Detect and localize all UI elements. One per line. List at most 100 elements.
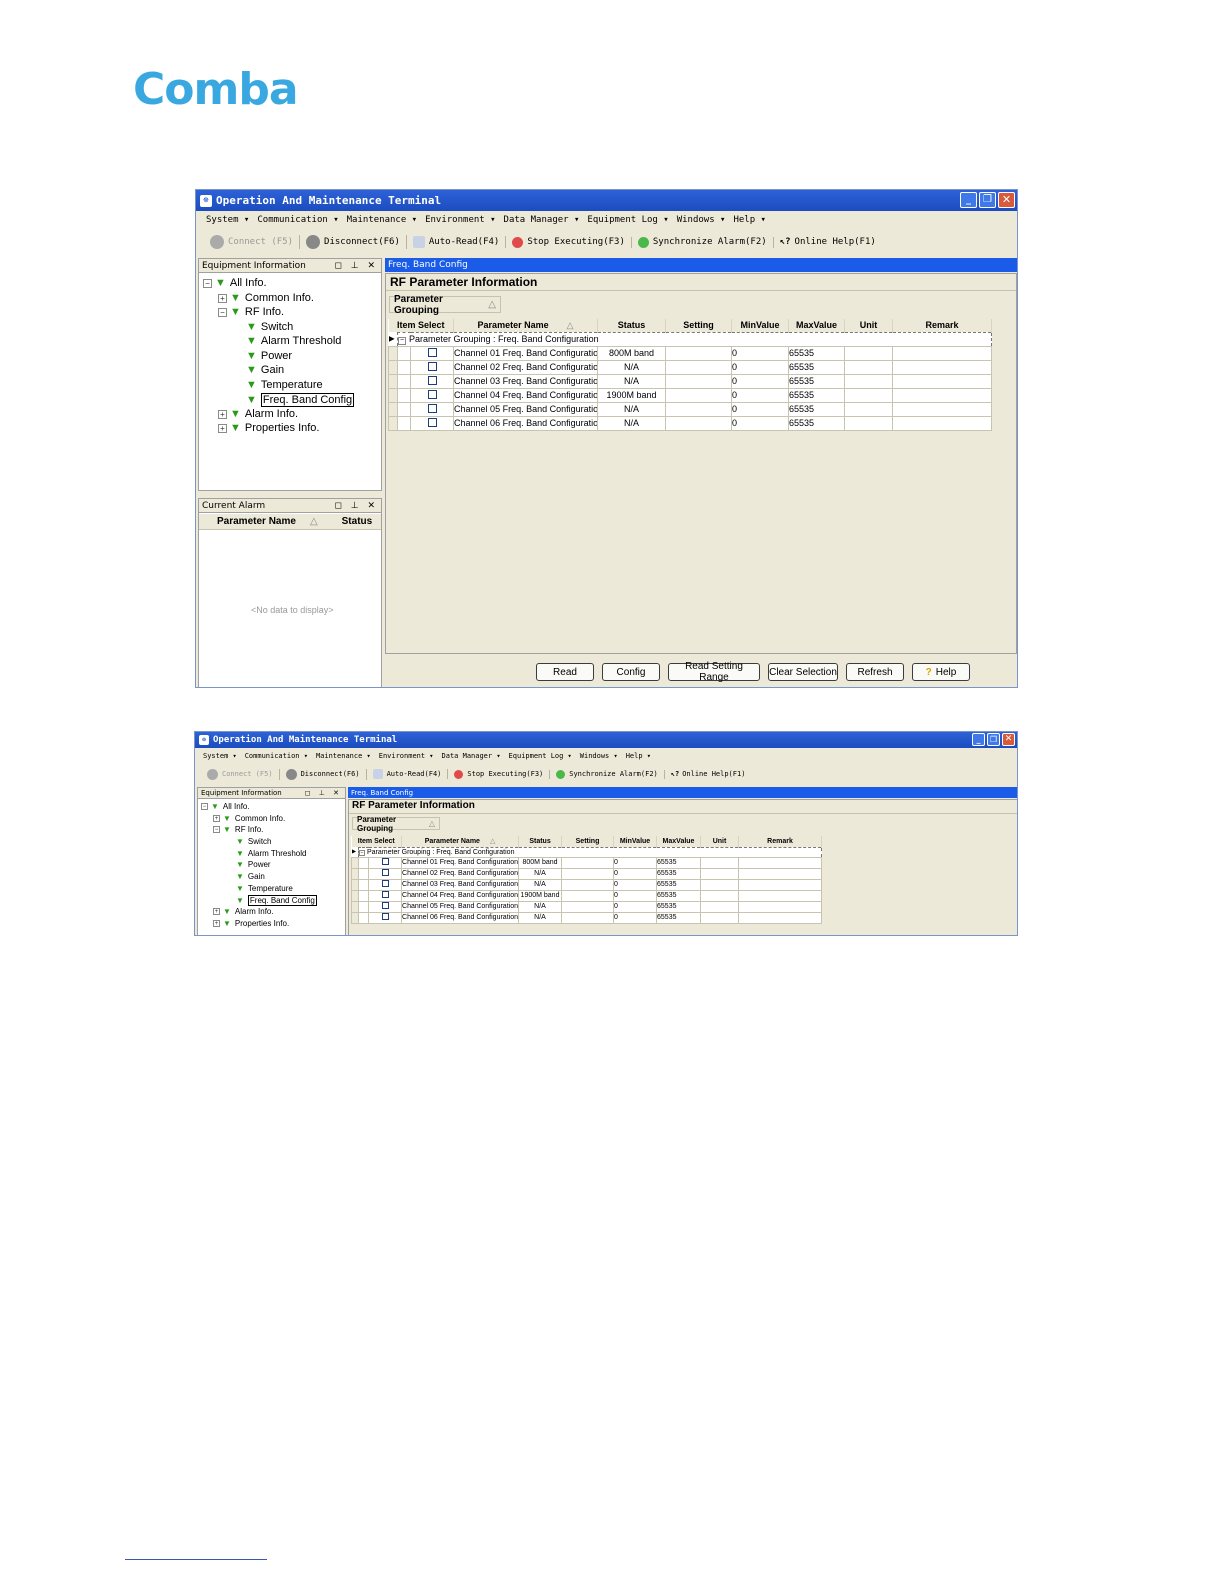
setting-cell[interactable] [561, 911, 615, 924]
setting-cell[interactable] [665, 415, 733, 431]
collapse-icon[interactable]: − [398, 336, 406, 345]
connect-button[interactable]: Connect (F5) [201, 768, 280, 780]
tree-node-temperature[interactable]: ▼ Temperature [236, 884, 293, 893]
tree-node-rf-info[interactable]: − ▼ RF Info. [218, 306, 284, 318]
menu-windows[interactable]: Windows ▾ [580, 752, 618, 760]
stop-executing-button[interactable]: Stop Executing(F3) [506, 236, 632, 248]
minimize-button[interactable]: _ [972, 733, 985, 746]
tree-node-common-info[interactable]: + ▼ Common Info. [218, 292, 314, 304]
read-setting-range-button[interactable]: Read Setting Range [668, 661, 760, 683]
panel-controls[interactable]: ◻ ⊥ ✕ [334, 261, 378, 271]
tree-node-alarm-info[interactable]: + ▼ Alarm Info. [218, 408, 298, 420]
item-select-cell[interactable] [409, 359, 455, 375]
tree-node-properties-info[interactable]: + ▼ Properties Info. [218, 422, 319, 434]
col-setting[interactable]: Setting [665, 319, 733, 332]
close-button[interactable]: ✕ [998, 192, 1015, 208]
title-bar[interactable]: ☸ Operation And Maintenance Terminal _ ❐… [196, 190, 1017, 211]
expand-icon[interactable]: + [218, 423, 227, 433]
setting-cell[interactable] [665, 359, 733, 375]
collapse-icon[interactable]: − [203, 278, 212, 288]
col-item-select[interactable]: Item Select [388, 319, 455, 332]
auto-read-button[interactable]: Auto-Read(F4) [407, 236, 507, 248]
menu-help[interactable]: Help ▾ [626, 752, 651, 760]
expand-icon[interactable]: + [218, 293, 227, 303]
table-row[interactable]: Channel 03 Freq. Band Configuration N/A 0 6… [351, 878, 823, 891]
collapse-icon[interactable]: − [201, 803, 208, 810]
online-help-button[interactable]: ↖? Online Help(F1) [774, 237, 882, 247]
table-row[interactable]: Channel 04 Freq. Band Configuration 1900M… [388, 387, 993, 403]
tree-node-common-info[interactable]: + ▼ Common Info. [213, 814, 285, 823]
tree-node-all-info[interactable]: − ▼ All Info. [203, 277, 267, 289]
item-select-checkbox[interactable] [427, 403, 437, 413]
col-max-value[interactable]: MaxValue [656, 836, 702, 847]
col-min-value[interactable]: MinValue [613, 836, 658, 847]
tree-node-switch[interactable]: ▼ Switch [236, 837, 271, 846]
setting-cell[interactable] [561, 900, 615, 913]
table-row[interactable]: Channel 05 Freq. Band Configuration N/A 0 6… [388, 401, 993, 417]
tree-node-power[interactable]: ▼ Power [236, 860, 271, 869]
item-select-checkbox[interactable] [381, 869, 389, 876]
tree-node-alarm-info[interactable]: + ▼ Alarm Info. [213, 907, 274, 916]
col-parameter-name[interactable]: Parameter Name △ [401, 836, 520, 847]
panel-controls[interactable]: ◻ ⊥ ✕ [334, 501, 378, 511]
menu-maintenance[interactable]: Maintenance ▾ [347, 215, 417, 225]
group-row[interactable]: − Parameter Grouping : Freq. Band Configu… [396, 331, 993, 347]
menu-communication[interactable]: Communication ▾ [257, 215, 338, 225]
menu-maintenance[interactable]: Maintenance ▾ [316, 752, 371, 760]
minimize-button[interactable]: _ [960, 192, 977, 208]
item-select-cell[interactable] [409, 345, 455, 361]
table-row[interactable]: Channel 01 Freq. Band Configuration 800M … [351, 856, 823, 869]
setting-cell[interactable] [665, 387, 733, 403]
tree-node-temperature[interactable]: ▼ Temperature [246, 379, 323, 391]
expand-icon[interactable]: + [213, 920, 220, 927]
setting-cell[interactable] [561, 889, 615, 902]
tree-node-switch[interactable]: ▼ Switch [246, 321, 293, 333]
tree-node-gain[interactable]: ▼ Gain [236, 872, 265, 881]
item-select-checkbox[interactable] [427, 389, 437, 399]
clear-selection-button[interactable]: Clear Selection [768, 663, 838, 681]
read-button[interactable]: Read [536, 663, 594, 681]
expand-icon[interactable]: + [218, 409, 227, 419]
col-status[interactable]: Status [597, 319, 667, 332]
collapse-icon[interactable]: − [218, 307, 227, 317]
help-button[interactable]: ? Help [912, 663, 970, 681]
menu-help[interactable]: Help ▾ [733, 215, 766, 225]
item-select-cell[interactable] [409, 415, 455, 431]
restore-button[interactable]: ❐ [987, 733, 1000, 746]
item-select-checkbox[interactable] [427, 375, 437, 385]
table-row[interactable]: Channel 04 Freq. Band Configuration 1900M… [351, 889, 823, 902]
item-select-cell[interactable] [409, 373, 455, 389]
tree-node-freq-band-config[interactable]: ▼ Freq. Band Config [236, 895, 317, 906]
item-select-checkbox[interactable] [381, 913, 389, 920]
alarm-col-parameter-name[interactable]: Parameter Name [217, 516, 296, 527]
panel-controls[interactable]: ◻ ⊥ ✕ [305, 789, 342, 797]
menu-equipment-log[interactable]: Equipment Log ▾ [587, 215, 668, 225]
item-select-checkbox[interactable] [381, 880, 389, 887]
setting-cell[interactable] [561, 867, 615, 880]
table-row[interactable]: Channel 02 Freq. Band Configuration N/A 0 6… [388, 359, 993, 375]
tree-node-gain[interactable]: ▼ Gain [246, 364, 284, 376]
col-remark[interactable]: Remark [892, 319, 993, 332]
menu-system[interactable]: System ▾ [206, 215, 249, 225]
auto-read-button[interactable]: Auto-Read(F4) [367, 769, 449, 779]
col-parameter-name[interactable]: Parameter Name △ [453, 319, 599, 332]
item-select-checkbox[interactable] [381, 891, 389, 898]
col-max-value[interactable]: MaxValue [788, 319, 846, 332]
setting-cell[interactable] [561, 878, 615, 891]
synchronize-alarm-button[interactable]: Synchronize Alarm(F2) [632, 236, 774, 248]
tree-node-all-info[interactable]: − ▼ All Info. [201, 802, 250, 811]
table-row[interactable]: Channel 06 Freq. Band Configuration N/A 0 6… [388, 415, 993, 431]
item-select-cell[interactable] [409, 401, 455, 417]
disconnect-button[interactable]: Disconnect(F6) [280, 768, 367, 780]
table-row[interactable]: Channel 06 Freq. Band Configuration N/A 0 6… [351, 911, 823, 924]
restore-button[interactable]: ❐ [979, 192, 996, 208]
menu-communication[interactable]: Communication ▾ [245, 752, 308, 760]
table-row[interactable]: Channel 01 Freq. Band Configuration 800M … [388, 345, 993, 361]
col-unit[interactable]: Unit [700, 836, 740, 847]
collapse-icon[interactable]: − [359, 849, 365, 856]
item-select-checkbox[interactable] [427, 417, 437, 427]
item-select-cell[interactable] [367, 856, 403, 869]
col-item-select[interactable]: Item Select [351, 836, 403, 847]
close-button[interactable]: ✕ [1002, 733, 1015, 746]
expand-icon[interactable]: + [213, 815, 220, 822]
